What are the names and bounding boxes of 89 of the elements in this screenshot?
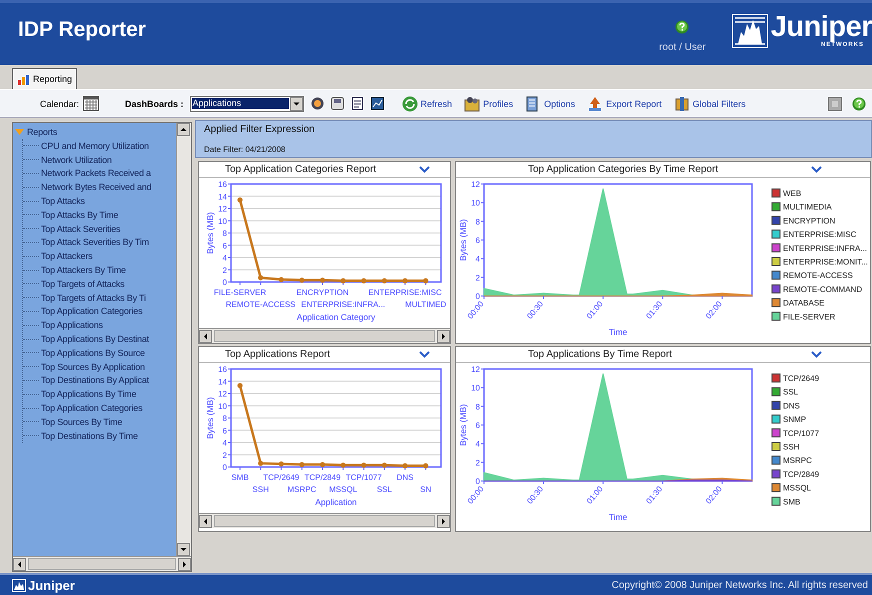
legend-label: DATABASE [783, 298, 824, 308]
tick-label: 8 [222, 414, 227, 423]
tick-label: FILE-SERVER [214, 288, 266, 297]
legend-label: TCP/2849 [783, 470, 820, 479]
filter-heading: Applied Filter Expression [204, 124, 316, 135]
tick-label: SMB [231, 473, 249, 482]
legend-label: SSH [783, 442, 800, 452]
tick-label: SN [420, 485, 432, 494]
tick-label: 6 [476, 236, 480, 245]
tick-label: 16 [218, 180, 227, 189]
tick-label: 8 [222, 229, 227, 238]
tick-label: 0 [476, 477, 480, 486]
legend-label: FILE-SERVER [783, 312, 836, 322]
legend-label: ENTERPRISE:MONIT... [783, 258, 868, 266]
tick-label: 2 [476, 458, 480, 468]
legend-label: WEB [783, 189, 802, 198]
dashboards-label: DashBoards : [125, 98, 184, 108]
tick-label: 2 [476, 273, 480, 282]
tick-label: ENTERPRISE:INFRA... [301, 300, 386, 309]
panel-title: Top Applications By Time Report [528, 349, 672, 360]
axis-title: Bytes (MB) [458, 218, 468, 262]
tick-label: TCP/1077 [346, 473, 382, 482]
tick-label: 8 [476, 217, 480, 226]
tick-label: ENCRYPTION [296, 288, 349, 297]
calendar-label: Calendar: [40, 98, 80, 108]
tick-label: DNS [396, 473, 414, 482]
tick-label: 10 [471, 198, 480, 208]
legend-label: TCP/2649 [783, 374, 820, 383]
tick-label: 10 [218, 402, 227, 411]
legend-label: SMB [783, 497, 800, 506]
tick-label: TCP/2649 [263, 473, 300, 482]
axis-title: Time [608, 512, 628, 522]
tick-label: 10 [471, 384, 480, 393]
tick-label: MSRPC [287, 485, 316, 494]
panel-title: Top Applications Report [225, 349, 330, 360]
axis-title: Time [608, 327, 628, 337]
legend-label: SSL [783, 388, 798, 397]
tick-label: 10 [218, 216, 227, 226]
axis-title: Application Category [296, 312, 376, 322]
panel-title: Top Application Categories By Time Report [528, 164, 718, 175]
legend-label: REMOTE-COMMAND [783, 284, 862, 294]
tick-label: TCP/2849 [304, 473, 341, 482]
tick-label: 8 [476, 402, 480, 412]
tick-label: SSH [252, 485, 269, 494]
tick-label: MULTIMED [405, 300, 446, 309]
axis-title: Application [315, 497, 357, 507]
legend-label: MULTIMEDIA [783, 202, 832, 212]
axis-title: Bytes (MB) [458, 404, 468, 446]
app-title: IDP Reporter [18, 18, 146, 42]
tick-label: 12 [218, 204, 227, 214]
panel-title: Top Application Categories Report [225, 164, 376, 175]
legend-label: DNS [783, 401, 800, 410]
tick-label: 14 [218, 192, 227, 202]
tick-label: 6 [222, 426, 227, 436]
tick-label: 2 [222, 450, 227, 460]
legend-label: ENTERPRISE:INFRA... [783, 244, 868, 253]
legend-label: TCP/1077 [783, 428, 820, 438]
legend-label: ENTERPRISE:MISC [783, 230, 856, 240]
tick-label: 12 [218, 390, 227, 398]
tick-label: REMOTE-ACCESS [226, 300, 296, 309]
legend-label: MSRPC [783, 456, 812, 466]
tick-label: 0 [222, 463, 227, 472]
tick-label: 0 [476, 292, 480, 301]
legend-label: REMOTE-ACCESS [783, 271, 853, 280]
logo-text: Juniper [770, 13, 872, 42]
tick-label: MSSQL [329, 485, 358, 494]
tick-label: 12 [471, 365, 480, 374]
tick-label: SSL [376, 485, 392, 494]
axis-title: Bytes (MB) [205, 212, 215, 254]
tick-label: 4 [476, 254, 480, 264]
tick-label: 4 [476, 440, 480, 449]
logo-text: Juniper [28, 578, 75, 592]
tick-label: 16 [218, 365, 227, 374]
tick-label: 4 [222, 438, 227, 448]
tick-label: ENTERPRISE:MISC [368, 288, 442, 297]
tick-label: 6 [222, 241, 227, 250]
tick-label: 12 [471, 180, 480, 189]
filter-text: Date Filter: 04/21/2008 [204, 145, 286, 154]
tick-label: 14 [218, 377, 227, 386]
legend-label: SNMP [783, 415, 806, 424]
legend-label: ENCRYPTION [783, 216, 836, 226]
tick-label: 0 [222, 278, 227, 287]
tick-label: 6 [476, 421, 480, 430]
legend-label: MSSQL [783, 484, 812, 493]
user-label: root / User [659, 42, 706, 52]
tick-label: 2 [222, 266, 227, 275]
copyright-text: Copyright© 2008 Juniper Networks Inc. All rights reserved [612, 580, 868, 590]
axis-title: Bytes (MB) [205, 396, 215, 440]
tick-label: 4 [222, 254, 227, 262]
